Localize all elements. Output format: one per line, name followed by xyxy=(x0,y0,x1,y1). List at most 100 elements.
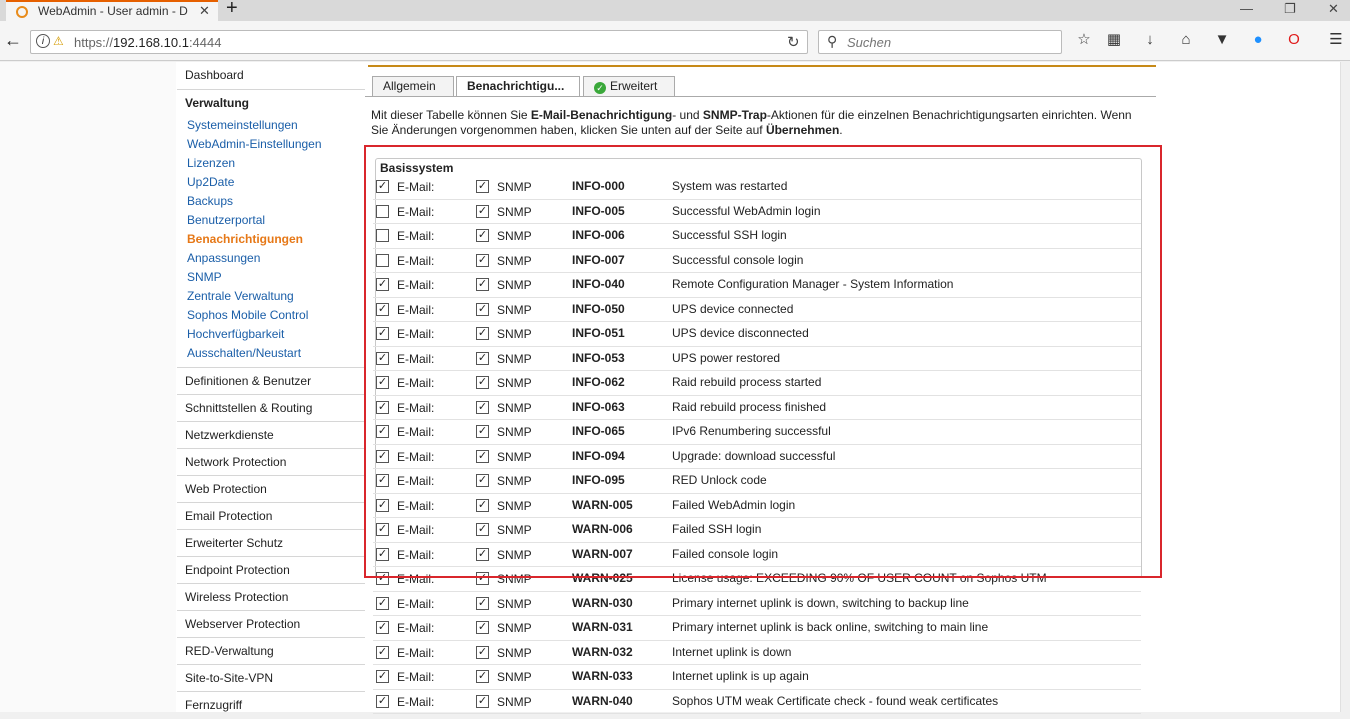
sidebar-subitem[interactable]: Anpassungen xyxy=(177,249,365,268)
email-checkbox[interactable]: ✓ xyxy=(376,596,389,610)
snmp-checkbox[interactable]: ✓ xyxy=(476,670,489,683)
sync-icon[interactable]: ● xyxy=(1248,30,1268,50)
email-checkbox[interactable]: ✓ xyxy=(376,327,389,340)
sidebar-section[interactable]: Network Protection xyxy=(177,448,365,475)
sidebar-section[interactable]: Definitionen & Benutzer xyxy=(177,367,365,394)
pocket-icon[interactable]: ▼ xyxy=(1212,30,1232,50)
email-checkbox[interactable]: ✓ xyxy=(376,645,389,659)
snmp-checkbox[interactable]: ✓ xyxy=(476,229,489,242)
snmp-checkbox[interactable]: ✓ xyxy=(476,645,489,659)
snmp-checkbox[interactable]: ✓ xyxy=(476,302,489,316)
snmp-checkbox[interactable]: ✓ xyxy=(476,400,489,414)
search-box[interactable]: ⚲ xyxy=(818,30,1062,54)
sidebar-section[interactable]: RED-Verwaltung xyxy=(177,637,365,664)
opera-icon[interactable]: O xyxy=(1284,30,1304,50)
close-tab-icon[interactable]: ✕ xyxy=(199,3,210,19)
browser-tab[interactable]: WebAdmin - User admin - D ✕ xyxy=(6,0,218,21)
snmp-checkbox[interactable]: ✓ xyxy=(476,694,489,708)
tab-erweitert[interactable]: ✓ Erweitert xyxy=(583,76,675,96)
url-text[interactable]: https://192.168.10.1:4444 xyxy=(74,35,221,50)
sidebar-section[interactable]: Endpoint Protection xyxy=(177,556,365,583)
sidebar-section[interactable]: Web Protection xyxy=(177,475,365,502)
sidebar-subitem[interactable]: Hochverfügbarkeit xyxy=(177,325,365,344)
sidebar-subitem[interactable]: Benachrichtigungen xyxy=(177,230,365,249)
snmp-checkbox[interactable]: ✓ xyxy=(476,204,489,218)
sidebar-subitem[interactable]: Systemeinstellungen xyxy=(177,116,365,135)
sidebar-item-verwaltung[interactable]: Verwaltung xyxy=(177,89,365,116)
snmp-checkbox[interactable]: ✓ xyxy=(476,572,489,585)
download-icon[interactable]: ↓ xyxy=(1140,30,1160,50)
email-checkbox[interactable] xyxy=(376,229,389,242)
email-checkbox[interactable]: ✓ xyxy=(376,376,389,389)
sidebar-section[interactable]: Email Protection xyxy=(177,502,365,529)
url-bar[interactable]: i ⚠ https://192.168.10.1:4444 ↻ xyxy=(30,30,808,54)
sidebar-subitem[interactable]: Up2Date xyxy=(177,173,365,192)
email-checkbox[interactable]: ✓ xyxy=(376,449,389,463)
snmp-checkbox[interactable]: ✓ xyxy=(476,425,489,438)
snmp-checkbox[interactable]: ✓ xyxy=(476,278,489,291)
sidebar-subitem[interactable]: Zentrale Verwaltung xyxy=(177,287,365,306)
email-checkbox[interactable]: ✓ xyxy=(376,425,389,438)
snmp-checkbox[interactable]: ✓ xyxy=(476,547,489,561)
email-checkbox[interactable]: ✓ xyxy=(376,670,389,683)
snmp-checkbox[interactable]: ✓ xyxy=(476,596,489,610)
sidebar-subitem[interactable]: Benutzerportal xyxy=(177,211,365,230)
close-window-icon[interactable]: ✕ xyxy=(1328,1,1339,17)
restore-icon[interactable]: ❐ xyxy=(1284,1,1296,17)
reading-list-icon[interactable]: ▦ xyxy=(1104,30,1124,50)
info-icon[interactable]: i xyxy=(36,34,50,48)
sidebar-item-dashboard[interactable]: Dashboard xyxy=(177,62,365,89)
email-checkbox[interactable]: ✓ xyxy=(376,621,389,634)
sidebar-section[interactable]: Schnittstellen & Routing xyxy=(177,394,365,421)
snmp-checkbox[interactable]: ✓ xyxy=(476,449,489,463)
snmp-checkbox[interactable]: ✓ xyxy=(476,376,489,389)
event-description: Primary internet uplink is down, switchi… xyxy=(672,595,969,610)
home-icon[interactable]: ⌂ xyxy=(1176,30,1196,50)
email-checkbox[interactable]: ✓ xyxy=(376,278,389,291)
sidebar-section[interactable]: Site-to-Site-VPN xyxy=(177,664,365,691)
email-checkbox[interactable] xyxy=(376,204,389,218)
email-checkbox[interactable]: ✓ xyxy=(376,498,389,512)
sidebar-subitem[interactable]: Lizenzen xyxy=(177,154,365,173)
tab-allgemein[interactable]: Allgemein xyxy=(372,76,454,96)
sidebar-subitem[interactable]: Sophos Mobile Control xyxy=(177,306,365,325)
sidebar-subitem[interactable]: Ausschalten/Neustart xyxy=(177,344,365,363)
snmp-checkbox[interactable]: ✓ xyxy=(476,498,489,512)
warning-lock-icon[interactable]: ⚠ xyxy=(53,34,64,48)
snmp-checkbox[interactable]: ✓ xyxy=(476,523,489,536)
sidebar-section[interactable]: Wireless Protection xyxy=(177,583,365,610)
email-checkbox[interactable]: ✓ xyxy=(376,351,389,365)
email-checkbox[interactable]: ✓ xyxy=(376,523,389,536)
search-input[interactable] xyxy=(845,34,1055,51)
tab-benachrichtigungen[interactable]: Benachrichtigu... xyxy=(456,76,580,97)
email-checkbox[interactable]: ✓ xyxy=(376,572,389,585)
sidebar-subitem[interactable]: Backups xyxy=(177,192,365,211)
back-arrow-icon[interactable]: ← xyxy=(4,30,22,51)
email-checkbox[interactable]: ✓ xyxy=(376,180,389,193)
new-tab-button[interactable]: + xyxy=(226,0,238,20)
sidebar-subitem[interactable]: SNMP xyxy=(177,268,365,287)
snmp-checkbox[interactable]: ✓ xyxy=(476,253,489,267)
sidebar-section[interactable]: Webserver Protection xyxy=(177,610,365,637)
sidebar-section[interactable]: Netzwerkdienste xyxy=(177,421,365,448)
email-checkbox[interactable]: ✓ xyxy=(376,302,389,316)
menu-icon[interactable]: ☰ xyxy=(1326,30,1346,50)
snmp-checkbox[interactable]: ✓ xyxy=(476,327,489,340)
sidebar-section[interactable]: Fernzugriff xyxy=(177,691,365,718)
sidebar-subitem[interactable]: WebAdmin-Einstellungen xyxy=(177,135,365,154)
reload-icon[interactable]: ↻ xyxy=(787,33,800,51)
email-checkbox[interactable]: ✓ xyxy=(376,694,389,708)
snmp-checkbox[interactable]: ✓ xyxy=(476,351,489,365)
email-checkbox[interactable]: ✓ xyxy=(376,400,389,414)
email-checkbox[interactable]: ✓ xyxy=(376,474,389,487)
email-checkbox[interactable] xyxy=(376,253,389,267)
snmp-checkbox[interactable]: ✓ xyxy=(476,621,489,634)
page-scrollbar[interactable] xyxy=(1340,62,1350,712)
email-checkbox[interactable]: ✓ xyxy=(376,547,389,561)
event-description: RED Unlock code xyxy=(672,473,767,487)
bookmark-star-icon[interactable]: ☆ xyxy=(1074,30,1094,50)
minimize-icon[interactable]: — xyxy=(1240,1,1253,16)
snmp-checkbox[interactable]: ✓ xyxy=(476,180,489,193)
snmp-checkbox[interactable]: ✓ xyxy=(476,474,489,487)
sidebar-section[interactable]: Erweiterter Schutz xyxy=(177,529,365,556)
